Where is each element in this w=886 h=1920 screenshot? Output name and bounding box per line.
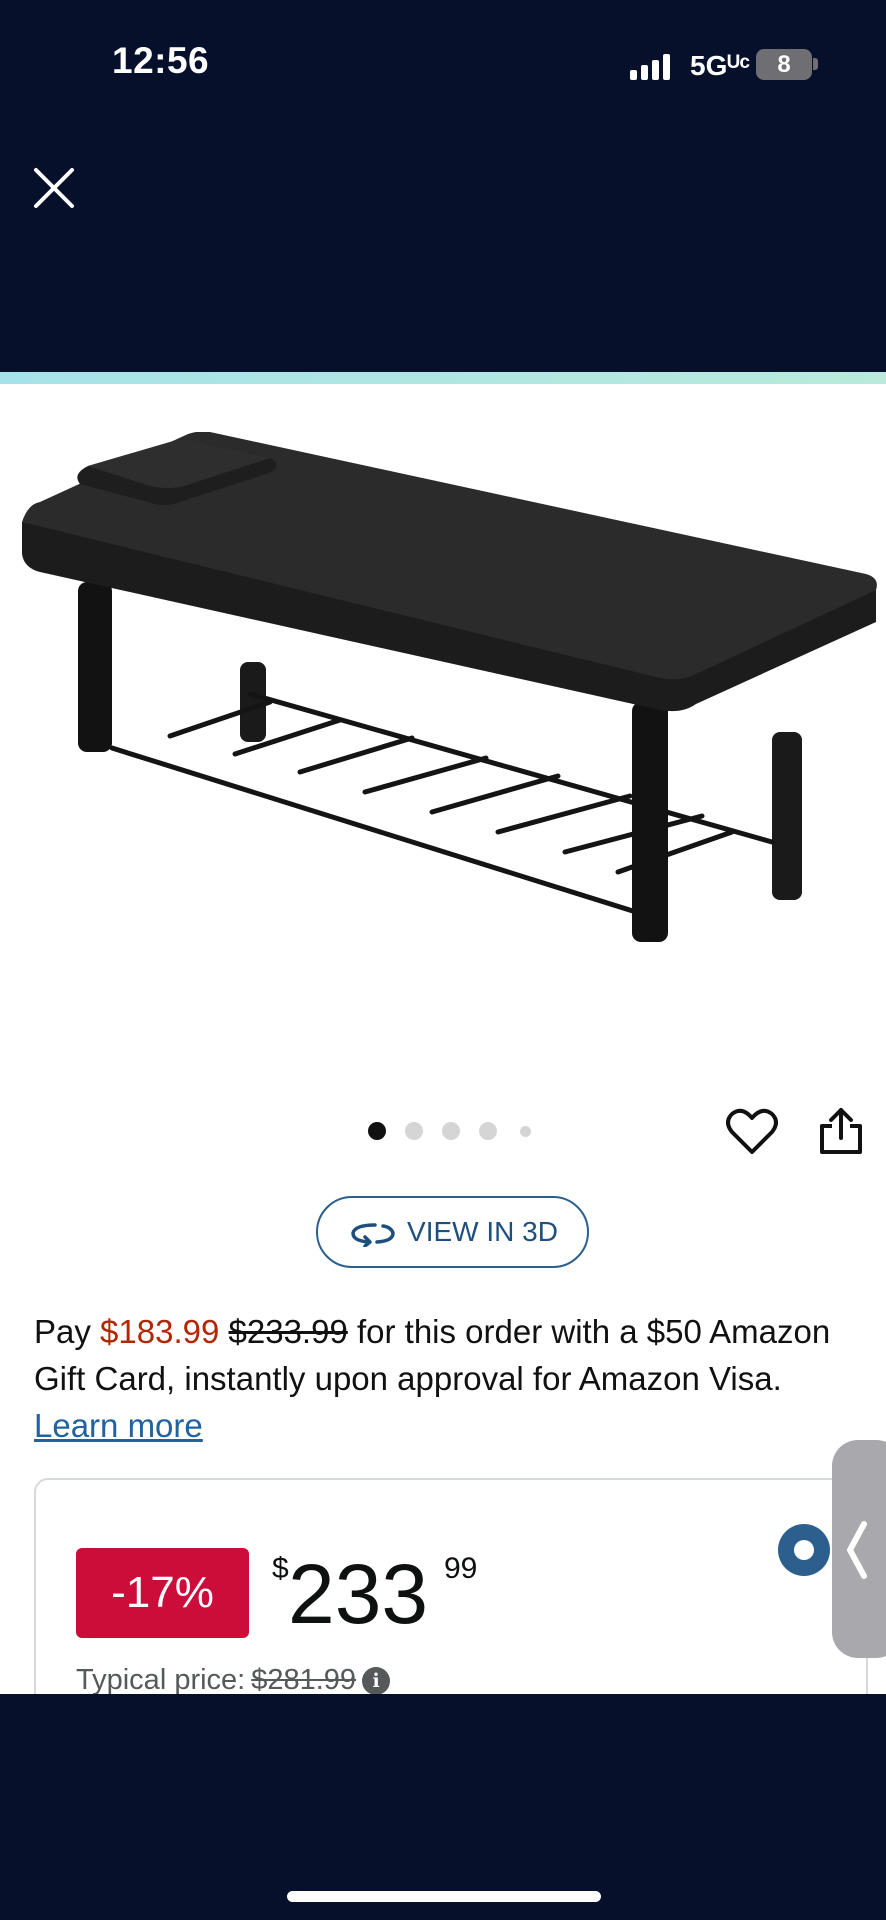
learn-more-link[interactable]: Learn more: [34, 1407, 203, 1444]
gift-card-promo: Pay $183.99 $233.99 for this order with …: [34, 1308, 864, 1449]
carousel-dot[interactable]: [405, 1122, 423, 1140]
price-fraction: 99: [444, 1552, 478, 1585]
view-in-3d-button[interactable]: VIEW IN 3D: [316, 1196, 589, 1268]
price-option-radio[interactable]: [778, 1524, 830, 1576]
price-whole: 233: [288, 1547, 429, 1641]
typical-price: Typical price: $281.99 i: [76, 1664, 391, 1694]
chevron-left-icon: [847, 1521, 867, 1579]
side-panel-handle[interactable]: [832, 1440, 886, 1658]
favorite-button[interactable]: [726, 1108, 778, 1156]
heart-icon: [726, 1108, 778, 1154]
battery-cap: [813, 58, 818, 70]
promo-prefix: Pay: [34, 1313, 101, 1350]
panel-top-bar: [0, 372, 886, 384]
promo-old-price: $233.99: [228, 1313, 348, 1350]
typical-price-label: Typical price:: [76, 1664, 246, 1694]
info-icon[interactable]: i: [362, 1666, 391, 1694]
carousel-dot[interactable]: [520, 1126, 531, 1137]
carousel-dot[interactable]: [479, 1122, 497, 1140]
product-image[interactable]: [20, 432, 882, 952]
price-currency: $: [272, 1552, 289, 1585]
promo-price: $183.99: [100, 1313, 220, 1350]
discount-badge: -17%: [76, 1548, 249, 1638]
share-button[interactable]: [818, 1106, 864, 1156]
close-button[interactable]: [32, 166, 76, 210]
close-icon: [34, 168, 74, 208]
network-label: 5Gᵁᶜ: [690, 50, 751, 81]
status-time: 12:56: [112, 40, 210, 81]
product-detail-panel: VIEW IN 3D Pay $183.99 $233.99 for this …: [0, 372, 886, 1694]
share-icon: [820, 1108, 862, 1154]
rotate-3d-icon: [351, 1223, 395, 1247]
price-option-card[interactable]: -17% $ 233 99 Typical price: $281.99 i: [34, 1478, 868, 1694]
battery-icon: 8: [756, 49, 812, 80]
typical-price-value: $281.99: [251, 1664, 357, 1694]
view-in-3d-label: VIEW IN 3D: [407, 1216, 558, 1247]
home-indicator[interactable]: [287, 1891, 601, 1902]
carousel-dot[interactable]: [368, 1122, 386, 1140]
carousel-dot[interactable]: [442, 1122, 460, 1140]
signal-icon: [630, 54, 674, 80]
